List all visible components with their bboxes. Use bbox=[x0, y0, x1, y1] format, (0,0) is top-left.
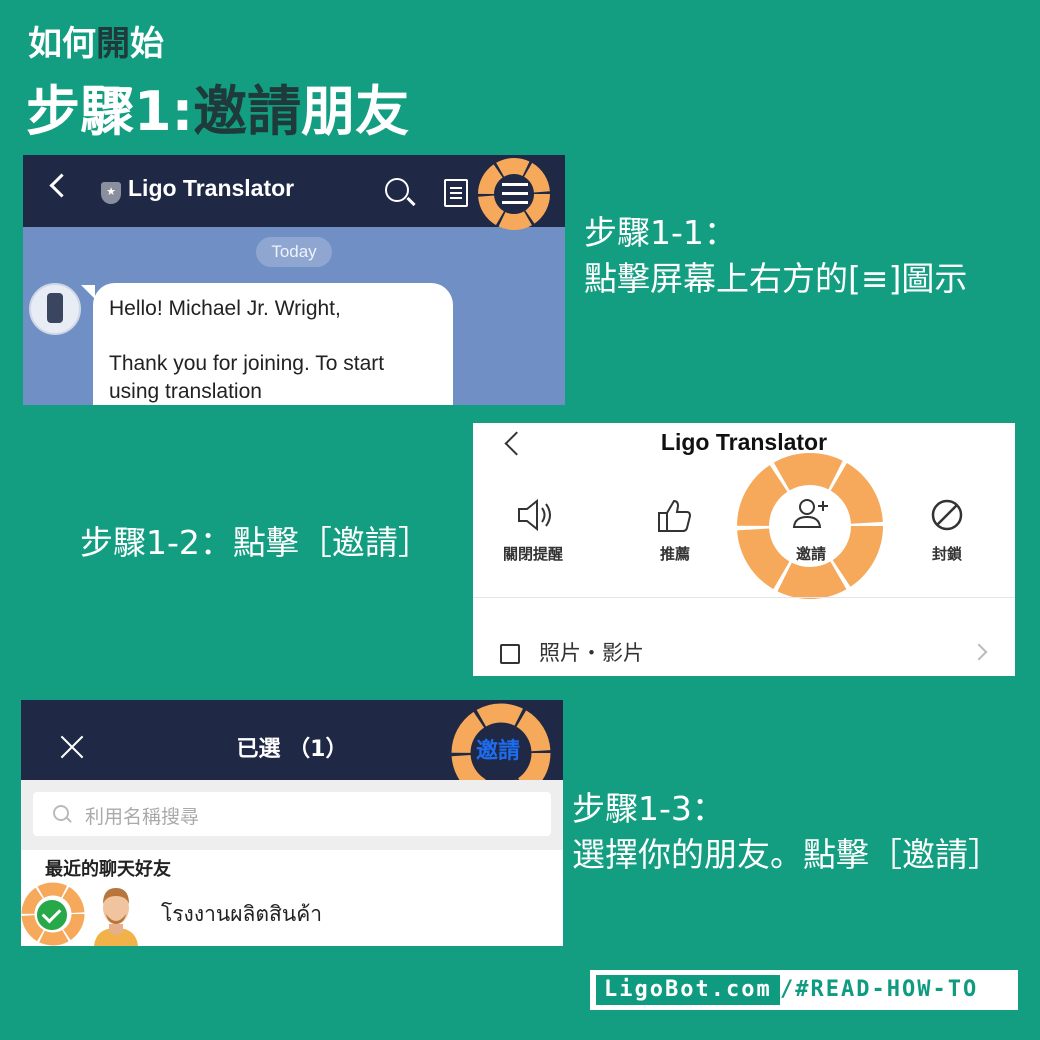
checkbox-checked-icon[interactable] bbox=[35, 898, 69, 932]
action-label: 關閉提醒 bbox=[502, 545, 563, 563]
photo-icon bbox=[500, 644, 520, 664]
step-1-1-line2: 點擊屏幕上右方的[≡]圖示 bbox=[584, 259, 968, 298]
action-label: 封鎖 bbox=[931, 545, 962, 563]
divider bbox=[473, 597, 1015, 598]
search-icon bbox=[53, 805, 69, 821]
search-area: 利用名稱搜尋 bbox=[21, 780, 563, 850]
back-icon[interactable] bbox=[49, 173, 74, 198]
message-bubble: Hello! Michael Jr. Wright, Thank you for… bbox=[81, 283, 453, 405]
heading-big-prefix: 步驟 bbox=[26, 80, 134, 143]
speaker-icon bbox=[473, 493, 593, 537]
action-invite[interactable]: 邀請 bbox=[751, 493, 871, 564]
action-mute[interactable]: 關閉提醒 bbox=[473, 493, 593, 564]
search-icon[interactable] bbox=[385, 178, 409, 202]
message-line-2: Thank you for joining. To start using tr… bbox=[109, 352, 385, 403]
heading-big: 步驟1:邀請朋友 bbox=[26, 80, 409, 144]
action-recommend[interactable]: 推薦 bbox=[615, 493, 735, 564]
heading-small-suffix: 始 bbox=[130, 24, 164, 64]
note-icon[interactable] bbox=[444, 179, 468, 207]
step-1-3-line1: 步驟1-3： bbox=[572, 789, 725, 828]
footer-site[interactable]: LigoBot.com bbox=[596, 975, 780, 1005]
step-1-1-line1: 步驟1-1： bbox=[584, 213, 737, 252]
step-1-1-text: 步驟1-1： 點擊屏幕上右方的[≡]圖示 bbox=[584, 210, 967, 302]
section-title: 最近的聊天好友 bbox=[45, 859, 171, 880]
heading-big-num: 1: bbox=[134, 80, 194, 143]
search-input[interactable]: 利用名稱搜尋 bbox=[33, 792, 551, 836]
step-1-3-text: 步驟1-3： 選擇你的朋友。點擊［邀請］ bbox=[572, 786, 1001, 878]
footer-badge: LigoBot.com /#READ-HOW-TO bbox=[590, 970, 1018, 1010]
step-1-2-text: 步驟1-2：點擊［邀請］ bbox=[80, 523, 431, 562]
add-user-icon bbox=[751, 493, 871, 537]
action-label: 邀請 bbox=[795, 545, 826, 563]
invite-button[interactable]: 邀請 bbox=[476, 733, 520, 765]
action-label: 推薦 bbox=[659, 545, 690, 563]
panel-menu-screenshot: Ligo Translator 關閉提醒 推薦 邀請 封鎖 照片・影片 bbox=[473, 423, 1015, 676]
bot-avatar bbox=[29, 283, 81, 335]
app-title: Ligo Translator bbox=[128, 175, 295, 201]
friend-name[interactable]: โรงงานผลิตสินค้า bbox=[161, 898, 322, 931]
thumbs-up-icon bbox=[615, 493, 735, 537]
shield-icon: ★ bbox=[101, 182, 121, 204]
search-placeholder: 利用名稱搜尋 bbox=[85, 806, 200, 828]
photos-videos-link[interactable]: 照片・影片 bbox=[539, 637, 644, 667]
chevron-right-icon bbox=[970, 643, 988, 661]
heading-big-accent: 邀請 bbox=[193, 80, 302, 143]
action-block[interactable]: 封鎖 bbox=[887, 493, 1007, 564]
panel-invite-screenshot: 已選 （1） 邀請 利用名稱搜尋 最近的聊天好友 โรงงานผลิตสินค้… bbox=[21, 700, 563, 946]
footer-tag: /#READ-HOW-TO bbox=[780, 977, 979, 1002]
menu-icon[interactable] bbox=[502, 183, 528, 205]
heading-small-prefix: 如何 bbox=[28, 24, 96, 64]
date-chip: Today bbox=[256, 237, 332, 267]
friend-avatar bbox=[91, 880, 141, 946]
heading-big-suffix: 朋友 bbox=[301, 80, 410, 143]
heading-small-accent: 開 bbox=[96, 24, 130, 64]
step-1-3-line2: 選擇你的朋友。點擊［邀請］ bbox=[572, 835, 1001, 874]
block-icon bbox=[887, 493, 1007, 537]
message-line-1: Hello! Michael Jr. Wright, bbox=[109, 297, 341, 320]
heading-small: 如何開始 bbox=[28, 24, 164, 64]
